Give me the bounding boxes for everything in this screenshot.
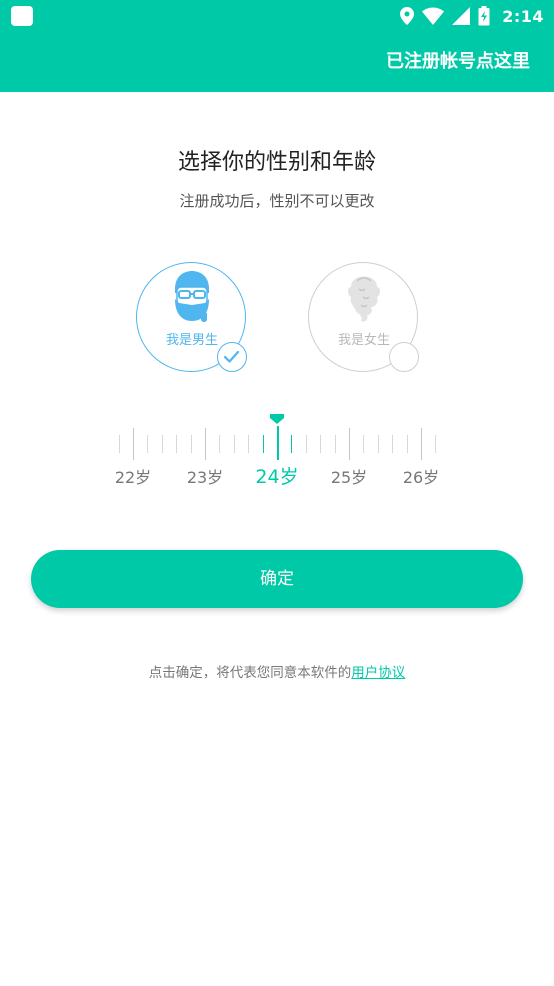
ruler-tick bbox=[363, 435, 365, 453]
ruler-tick bbox=[190, 435, 192, 453]
page-subtitle: 注册成功后，性别不可以更改 bbox=[179, 192, 375, 210]
ruler-tick bbox=[406, 435, 408, 453]
agreement-text: 点击确定，将代表您同意本软件的 bbox=[148, 665, 352, 681]
age-label-26: 26岁 bbox=[402, 468, 438, 487]
ruler-tick bbox=[262, 435, 264, 453]
ruler-tick bbox=[133, 428, 134, 460]
ruler-tick bbox=[392, 435, 394, 453]
female-avatar-icon bbox=[348, 276, 380, 322]
app-bar: 已注册帐号点这里 bbox=[0, 32, 554, 92]
status-time: 2:14 bbox=[502, 6, 544, 26]
wifi-icon bbox=[422, 7, 445, 25]
ruler-tick bbox=[291, 435, 293, 453]
ruler-tick bbox=[161, 435, 163, 453]
signal-icon bbox=[452, 7, 471, 25]
battery-charging-icon bbox=[478, 6, 490, 26]
ruler-tick bbox=[248, 435, 250, 453]
ruler-tick bbox=[118, 435, 120, 453]
ruler-tick bbox=[421, 428, 422, 460]
ruler-tick bbox=[277, 426, 279, 460]
age-picker-ruler[interactable]: 22岁 23岁 24岁 25岁 26岁 bbox=[116, 412, 438, 492]
ruler-tick bbox=[147, 435, 149, 453]
gender-option-female[interactable]: 我是女生 bbox=[308, 262, 419, 372]
male-avatar-icon bbox=[175, 271, 209, 322]
ruler-tick bbox=[305, 435, 307, 453]
confirm-button[interactable]: 确定 bbox=[31, 550, 523, 608]
status-bar: 2:14 bbox=[0, 0, 554, 32]
registered-account-link[interactable]: 已注册帐号点这里 bbox=[386, 47, 530, 73]
age-label-23: 23岁 bbox=[186, 468, 224, 487]
age-label-24-selected: 24岁 bbox=[255, 466, 299, 488]
ruler-tick bbox=[219, 435, 221, 453]
ruler-tick bbox=[334, 435, 336, 453]
agreement-notice: 点击确定，将代表您同意本软件的用户协议 bbox=[0, 661, 554, 681]
user-agreement-link[interactable]: 用户协议 bbox=[351, 665, 405, 681]
app-notification-icon bbox=[11, 6, 33, 26]
ruler-tick bbox=[233, 435, 235, 453]
gender-option-male[interactable]: 我是男生 bbox=[136, 262, 247, 372]
ruler-tick bbox=[435, 435, 437, 453]
ruler-tick bbox=[320, 435, 322, 453]
ruler-tick bbox=[349, 428, 350, 460]
ruler-tick bbox=[377, 435, 379, 453]
ruler-tick bbox=[176, 435, 178, 453]
checkmark-icon bbox=[223, 350, 240, 363]
location-icon bbox=[400, 7, 415, 25]
male-selected-check bbox=[217, 342, 247, 372]
ruler-tick bbox=[205, 428, 206, 460]
age-label-25: 25岁 bbox=[330, 468, 368, 487]
status-icons: 2:14 bbox=[400, 5, 544, 27]
page-title: 选择你的性别和年龄 bbox=[177, 150, 376, 175]
age-label-22: 22岁 bbox=[116, 468, 152, 487]
female-unselected-check bbox=[389, 342, 419, 372]
